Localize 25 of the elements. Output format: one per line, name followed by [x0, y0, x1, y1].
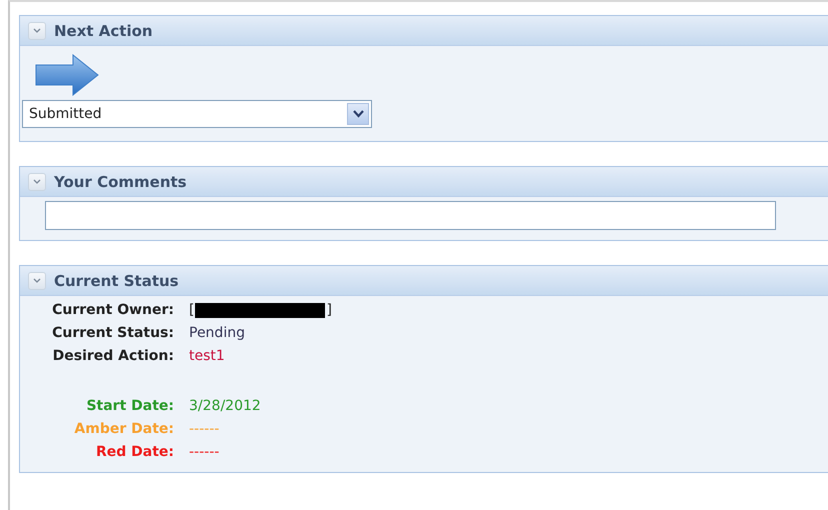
arrow-icon	[35, 54, 99, 96]
collapse-button[interactable]	[28, 172, 46, 190]
owner-value: [ ]	[189, 302, 332, 318]
detail-value: test1	[189, 348, 226, 364]
date-label: Red Date:	[94, 444, 174, 460]
chevron-icon	[32, 178, 42, 186]
collapse-button[interactable]	[28, 272, 46, 290]
panel-title: Next Action	[54, 22, 153, 40]
detail-value: Pending	[189, 325, 246, 341]
detail-label: Current Status:	[51, 325, 174, 341]
detail-label: Desired Action:	[52, 348, 174, 364]
chevron-icon	[352, 110, 364, 118]
detail-label: Current Owner:	[51, 302, 174, 318]
date-label: Start Date:	[85, 398, 174, 414]
date-value: ------	[189, 421, 220, 437]
comment-field[interactable]	[45, 201, 776, 230]
action-select[interactable]: Submitted	[22, 100, 372, 128]
chevron-icon	[32, 26, 42, 34]
date-label: Amber Date:	[73, 421, 174, 437]
chevron-icon	[32, 276, 42, 284]
date-value: 3/28/2012	[189, 398, 261, 414]
date-value: ------	[189, 444, 220, 460]
panel-title: Your Comments	[54, 172, 187, 190]
collapse-button[interactable]	[28, 22, 46, 40]
panel-title: Current Status	[54, 272, 179, 290]
